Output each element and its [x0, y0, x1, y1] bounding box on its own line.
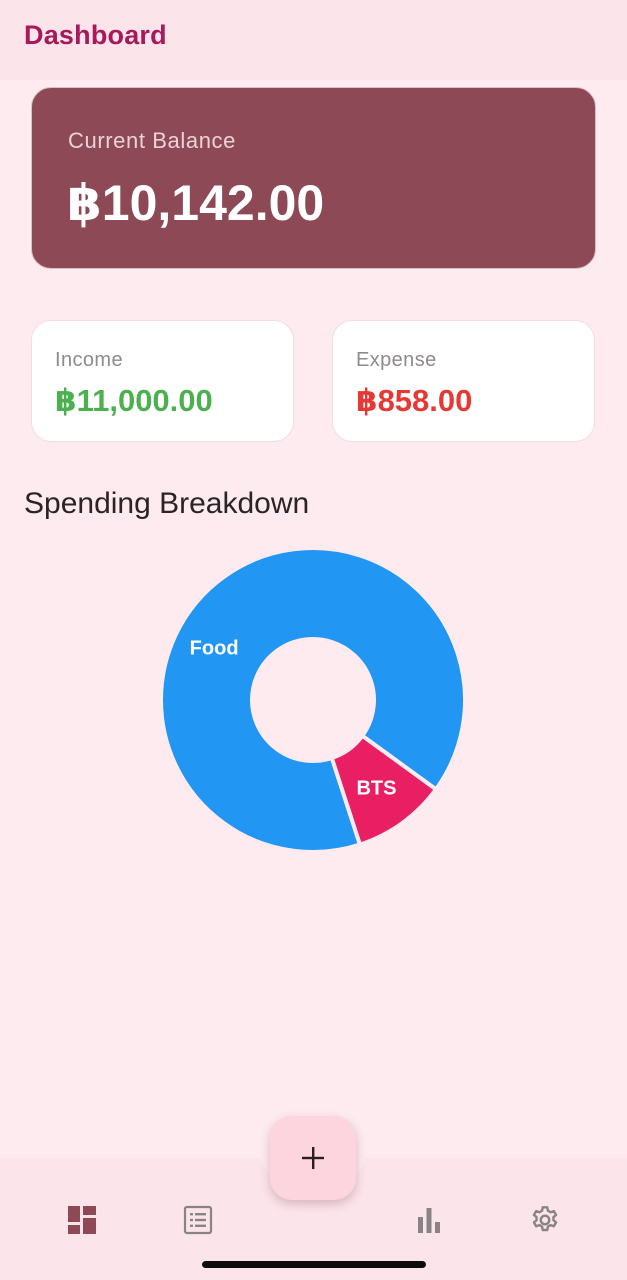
expense-label: Expense — [356, 349, 437, 371]
expense-amount: ฿858.00 — [356, 383, 473, 418]
dashboard-icon — [68, 1206, 96, 1234]
nav-statistics[interactable] — [409, 1200, 449, 1240]
transactions-list-icon — [183, 1205, 213, 1235]
income-amount: ฿11,000.00 — [55, 383, 213, 418]
nav-settings[interactable] — [525, 1200, 565, 1240]
current-balance-amount: ฿10,142.00 — [67, 175, 325, 231]
spending-breakdown-title: Spending Breakdown — [24, 487, 310, 520]
nav-dashboard[interactable] — [62, 1200, 102, 1240]
add-transaction-button[interactable] — [270, 1116, 356, 1200]
current-balance-card: Current Balance ฿10,142.00 — [31, 87, 596, 269]
nav-transactions[interactable] — [178, 1200, 218, 1240]
income-label: Income — [55, 349, 123, 371]
settings-gear-icon — [532, 1206, 558, 1232]
income-card: Income ฿11,000.00 — [31, 320, 294, 442]
home-indicator — [202, 1261, 426, 1268]
plus-icon — [302, 1147, 324, 1169]
spending-donut-chart: Food BTS — [159, 546, 467, 854]
donut-label-food: Food — [190, 637, 239, 659]
app-bar: Dashboard — [0, 0, 627, 80]
expense-card: Expense ฿858.00 — [332, 320, 595, 442]
donut-label-bts: BTS — [356, 777, 396, 799]
current-balance-label: Current Balance — [68, 128, 236, 153]
page-title: Dashboard — [24, 20, 167, 50]
bar-chart-icon — [418, 1208, 440, 1233]
